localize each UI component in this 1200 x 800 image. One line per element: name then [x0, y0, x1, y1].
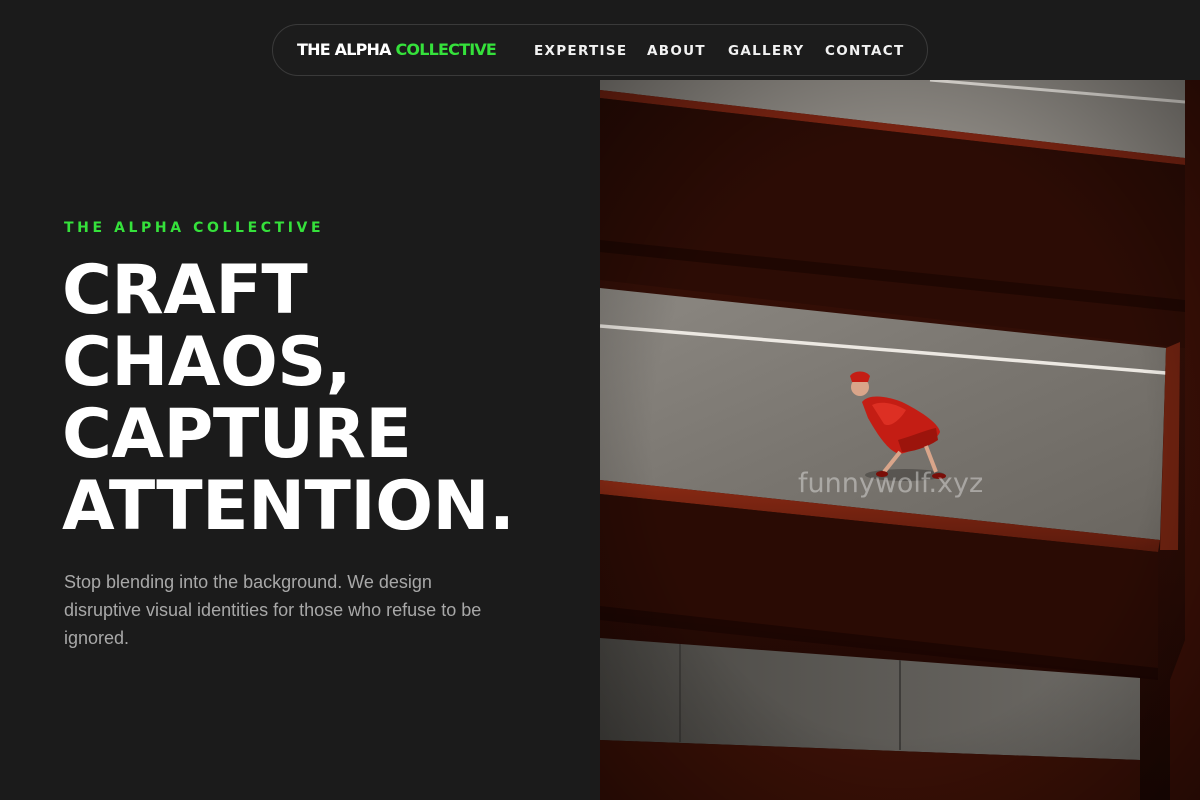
brand-name-accent: COLLECTIVE: [395, 40, 497, 59]
hero-description: Stop blending into the background. We de…: [64, 572, 482, 648]
hero-photo: funnywolf.xyz: [600, 80, 1200, 800]
headline-line: ATTENTION.: [62, 467, 515, 546]
headline-line: CAPTURE: [62, 395, 412, 474]
photo-watermark: funnywolf.xyz: [798, 468, 984, 499]
headline-line: CRAFT: [62, 251, 308, 330]
top-nav: THE ALPHA COLLECTIVE EXPERTISE ABOUT GAL…: [272, 24, 928, 76]
brand-logo[interactable]: THE ALPHA COLLECTIVE: [297, 39, 497, 61]
nav-link-gallery[interactable]: GALLERY: [728, 41, 805, 61]
brand-name: THE ALPHA: [297, 40, 396, 59]
nav-link-contact[interactable]: CONTACT: [825, 41, 905, 61]
nav-link-expertise[interactable]: EXPERTISE: [534, 41, 627, 61]
parking-garage-photo: [600, 80, 1200, 800]
nav-link-about[interactable]: ABOUT: [647, 41, 706, 61]
hero-eyebrow: THE ALPHA COLLECTIVE: [64, 220, 325, 236]
hero-headline: CRAFT CHAOS, CAPTURE ATTENTION.: [62, 251, 515, 546]
headline-line: CHAOS,: [62, 323, 352, 402]
